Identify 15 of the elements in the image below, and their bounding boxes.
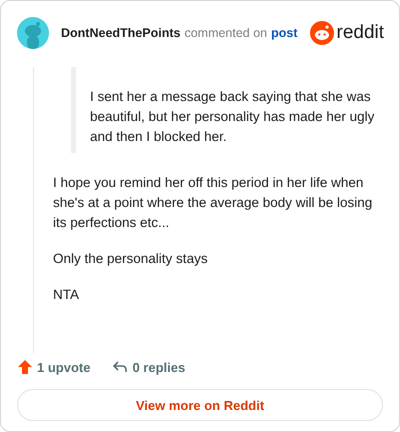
reply-count: 0 replies [132, 360, 186, 374]
reply-arrow-icon[interactable] [112, 359, 128, 375]
quoted-text: I sent her a message back saying that she was beautiful, but her personality has made her ugly and then I blocked her. [90, 88, 376, 146]
avatar-icon [17, 17, 49, 49]
comment-action: commented on [184, 26, 268, 40]
comment-text: Only the personality stays [53, 250, 209, 268]
alien-logo-icon [310, 21, 334, 45]
post-link[interactable]: post [271, 26, 298, 40]
upvote-arrow-icon[interactable] [17, 359, 33, 375]
author-name[interactable]: DontNeedThePoints [61, 26, 180, 40]
comment-text: NTA [53, 286, 80, 304]
view-more-button[interactable]: View more on Reddit [17, 389, 383, 421]
brand-wordmark: reddit [336, 22, 384, 44]
upvote-count: 1 upvote [37, 360, 90, 374]
comment-text: I hope you remind her off this period in her life when she's at a point where the average body will be losing its perfections etc... [53, 174, 374, 232]
